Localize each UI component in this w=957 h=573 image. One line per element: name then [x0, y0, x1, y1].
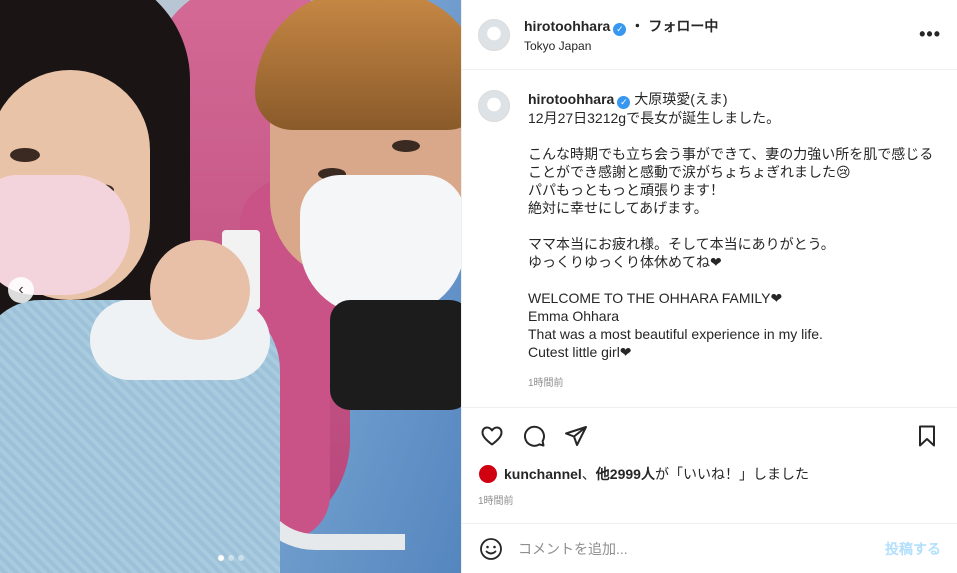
- comment-input[interactable]: [518, 540, 885, 557]
- instagram-post: ‹ hirotoohhara ✓ ・フォロー中 Tokyo Japan ••• hi…: [0, 0, 957, 573]
- likes-others-link[interactable]: 他2999人: [596, 464, 655, 484]
- heart-icon[interactable]: [478, 422, 506, 450]
- more-horizontal-icon[interactable]: •••: [919, 24, 941, 45]
- caption-tag[interactable]: 大原瑛愛(えま): [634, 91, 727, 107]
- likes-suffix: 「いいね！」しました: [668, 466, 809, 482]
- share-icon[interactable]: [562, 422, 590, 450]
- post-side-panel: hirotoohhara ✓ ・フォロー中 Tokyo Japan ••• hiro…: [461, 0, 957, 573]
- caption-line: 絶対に幸せにしてあげます。: [528, 200, 708, 216]
- location-link[interactable]: Tokyo Japan: [524, 39, 919, 53]
- likes-summary: kunchannel、他2999人が「いいね！」しました: [462, 464, 957, 484]
- likes-suffix-pre: が: [654, 466, 669, 482]
- like-first-user[interactable]: kunchannel: [504, 466, 582, 482]
- bookmark-icon[interactable]: [913, 422, 941, 450]
- caption-line: WELCOME TO THE OHHARA FAMILY❤: [528, 290, 783, 306]
- action-bar: [462, 408, 957, 464]
- verified-badge-icon: ✓: [617, 96, 631, 109]
- carousel-dot: [237, 555, 244, 561]
- caption-line: 12月27日3212gで長女が誕生しました。: [528, 110, 781, 126]
- caption-line: パパもっともっと頑張ります！: [528, 182, 724, 198]
- smiley-icon[interactable]: [478, 536, 504, 562]
- comment-bar: 投稿する: [462, 523, 957, 573]
- comment-icon[interactable]: [520, 422, 548, 450]
- avatar[interactable]: [478, 464, 498, 484]
- verified-badge-icon: ✓: [613, 23, 627, 36]
- carousel-dot: [217, 555, 224, 561]
- caption-time[interactable]: 1時間前: [528, 375, 933, 393]
- avatar[interactable]: [478, 18, 510, 51]
- likes-joiner: 、: [581, 466, 596, 482]
- caption-line: ことができ感謝と感動で涙がちょちょぎれました😢: [528, 164, 851, 180]
- post-comment-button[interactable]: 投稿する: [885, 539, 941, 559]
- post-time[interactable]: 1時間前: [462, 484, 957, 507]
- caption-line: That was a most beautiful experience in …: [528, 326, 823, 342]
- caption-line: Emma Ohhara: [528, 308, 620, 324]
- follow-status-button[interactable]: フォロー中: [648, 18, 718, 34]
- separator-dot: ・: [630, 18, 645, 34]
- caption-line: [528, 217, 933, 235]
- caption-line: こんな時期でも立ち会う事ができて、妻の力強い所を肌で感じる: [528, 146, 934, 162]
- carousel-dots: [0, 555, 461, 561]
- caption-line: ママ本当にお疲れ様。そして本当にありがとう。: [528, 236, 835, 252]
- caption-username[interactable]: hirotoohhara: [528, 91, 614, 107]
- caption-section: hirotoohhara ✓ 大原瑛愛(えま) 12月27日3212gで長女が誕生…: [462, 70, 957, 408]
- caption-line: ゆっくりゆっくり体休めてね❤: [528, 254, 722, 270]
- carousel-dot: [227, 555, 234, 561]
- caption-line: [528, 271, 933, 289]
- header-username[interactable]: hirotoohhara: [524, 18, 610, 34]
- post-photo[interactable]: ‹: [0, 0, 461, 573]
- caption-line: Cutest little girl❤: [528, 344, 632, 360]
- post-header: hirotoohhara ✓ ・フォロー中 Tokyo Japan •••: [462, 0, 957, 70]
- caption-line: [528, 127, 933, 145]
- chevron-left-icon[interactable]: ‹: [8, 277, 34, 303]
- avatar[interactable]: [478, 90, 510, 122]
